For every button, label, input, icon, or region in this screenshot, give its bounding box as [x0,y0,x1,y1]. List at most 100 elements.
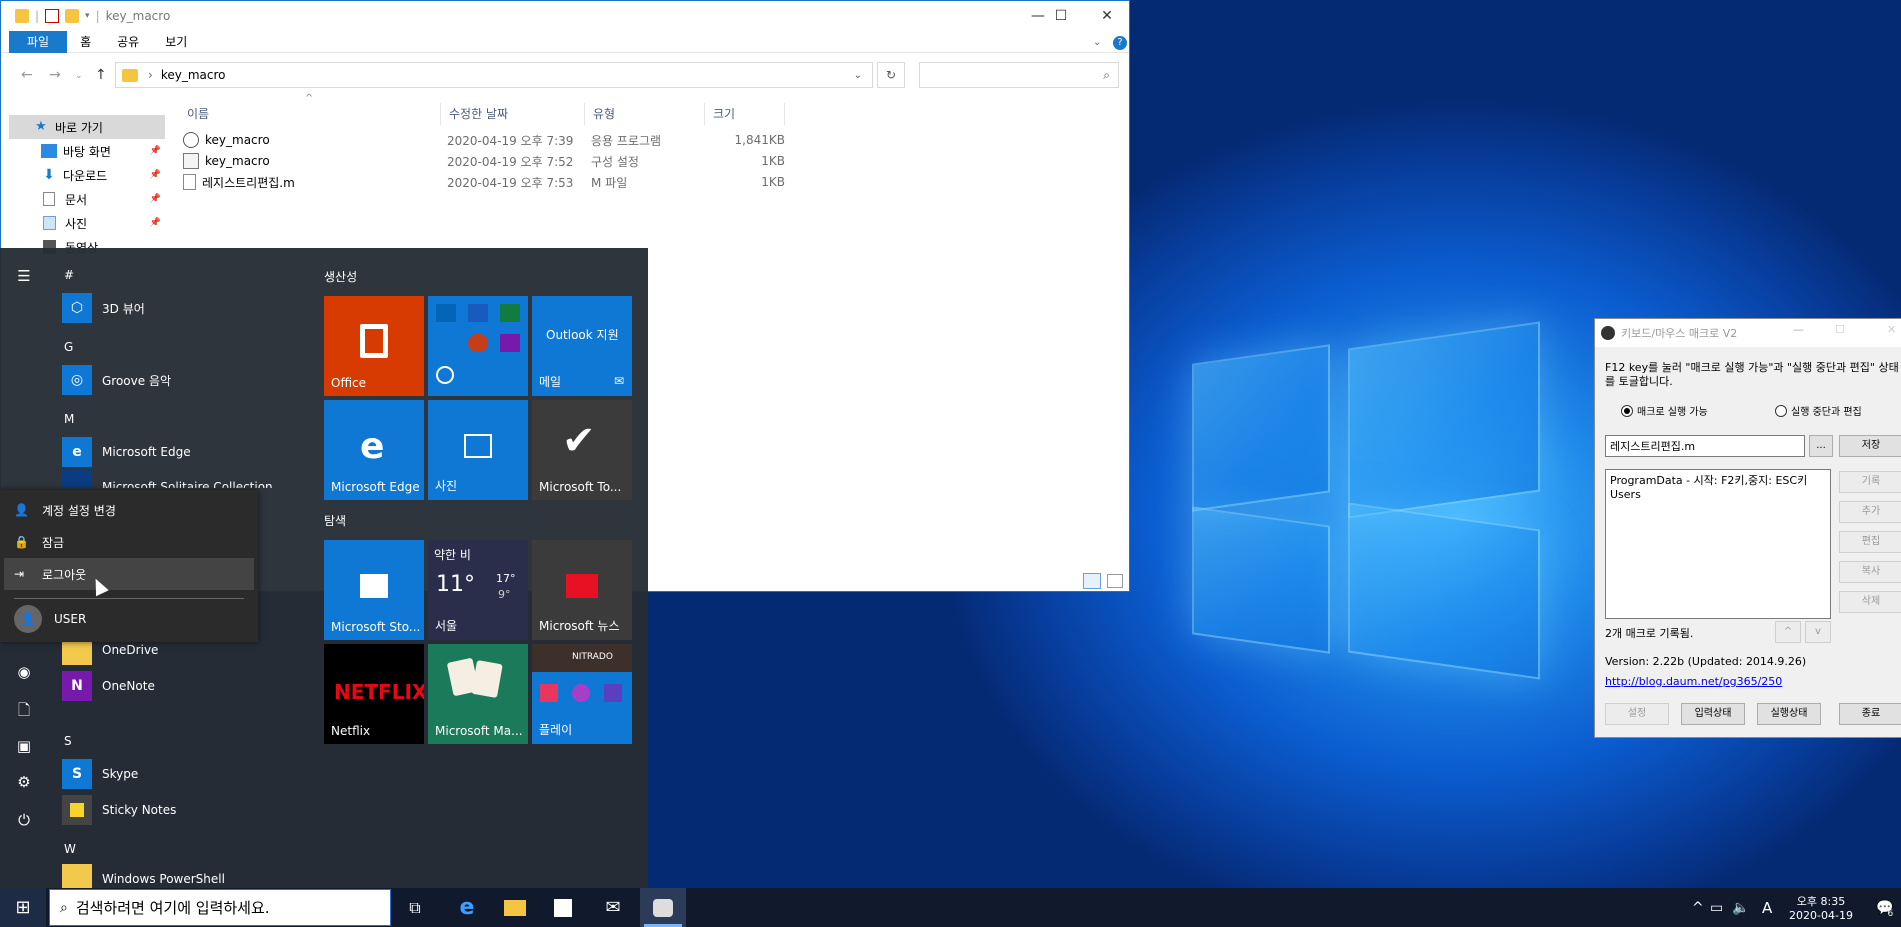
app-skype[interactable]: S Skype [62,756,138,792]
forward-arrow-icon[interactable]: → [49,67,61,83]
show-hidden-icons[interactable]: ^ [1692,888,1704,927]
document-icon[interactable]: 🗋 [14,700,34,720]
homepage-link[interactable]: http://blog.daum.net/pg365/250 [1605,675,1782,688]
move-up-button[interactable]: ^ [1775,621,1801,643]
tile-play[interactable]: NITRADO 플레이 [532,644,632,744]
macro-list[interactable]: ProgramData - 시작: F2키,중지: ESC키 Users [1605,469,1831,619]
minimize-button[interactable]: — [1793,323,1804,336]
letter-header[interactable]: G [64,340,73,354]
search-input[interactable]: ⌕ [919,62,1119,88]
pictures-icon[interactable]: ▣ [14,736,34,756]
chevron-down-icon[interactable]: ⌄ [1093,37,1101,48]
letter-header[interactable]: W [64,842,76,856]
ime-indicator[interactable]: A [1762,888,1772,927]
close-button[interactable]: ✕ [1887,323,1896,336]
chevron-down-icon[interactable]: ⌄ [854,70,862,81]
exit-button[interactable]: 종료 [1839,703,1901,725]
close-button[interactable]: ✕ [1084,1,1130,31]
macro-app-icon[interactable] [640,888,686,927]
tile-office[interactable]: Office [324,296,424,396]
app-groove[interactable]: ◎ Groove 음악 [62,362,171,398]
column-header-date[interactable]: 수정한 날짜 [441,103,585,125]
save-button[interactable]: 저장 [1839,435,1901,457]
tile-todo[interactable]: ✔ Microsoft To... [532,400,632,500]
tree-item-desktop[interactable]: 바탕 화면 📌 [9,139,165,163]
tile-mahjong[interactable]: Microsoft Ma... [428,644,528,744]
app-powershell[interactable]: Windows PowerShell ⌄ [62,864,225,888]
pin-icon[interactable]: 📌 [150,194,161,204]
column-header-name[interactable]: 이름 [179,103,441,125]
taskbar-search-input[interactable]: ⌕ 검색하려면 여기에 입력하세요. [49,889,391,926]
tab-share[interactable]: 공유 [104,31,152,53]
radio-run[interactable]: 매크로 실행 가능 [1621,403,1708,418]
explorer-titlebar[interactable]: | ▾ | key_macro [1,1,1129,31]
tile-news[interactable]: Microsoft 뉴스 [532,540,632,640]
list-item[interactable]: Users [1610,488,1826,502]
mail-icon[interactable]: ✉ [590,888,636,927]
tree-item-documents[interactable]: 문서 📌 [9,187,165,211]
add-button[interactable]: 추가 [1839,501,1901,523]
lock-button[interactable]: 🔒 잠금 [0,526,258,558]
pin-icon[interactable]: 📌 [150,218,161,228]
browse-button[interactable]: ... [1809,435,1833,457]
group-title[interactable]: 탐색 [324,512,346,529]
details-view-icon[interactable] [1083,573,1101,589]
network-icon[interactable]: ▭ [1710,888,1723,927]
app-onenote[interactable]: N OneNote [62,668,155,704]
tile-mail[interactable]: Outlook 지원 메일 ✉ [532,296,632,396]
record-button[interactable]: 기록 [1839,471,1901,493]
tab-home[interactable]: 홈 [67,31,104,53]
app-3d-viewer[interactable]: ⬡ 3D 뷰어 [62,290,145,326]
tile-netflix[interactable]: NETFLIX Netflix [324,644,424,744]
pin-icon[interactable]: 📌 [150,170,161,180]
help-icon[interactable]: ? [1113,36,1127,50]
start-button[interactable]: ⊞ [0,888,46,927]
tile-office-apps[interactable] [428,296,528,396]
back-arrow-icon[interactable]: ← [21,67,33,83]
list-item[interactable]: ProgramData - 시작: F2키,중지: ESC키 [1610,474,1826,488]
input-status-button[interactable]: 입력상태 [1681,703,1745,725]
tile-weather[interactable]: 약한 비 11° 17° 9° 서울 [428,540,528,640]
file-explorer-icon[interactable] [492,888,538,927]
column-header-size[interactable]: 크기 [705,103,785,125]
large-icons-view-icon[interactable] [1107,574,1123,588]
file-row[interactable]: 레지스트리편집.m 2020-04-19 오후 7:53 M 파일 1KB [183,172,785,192]
tab-file[interactable]: 파일 [9,30,68,53]
edge-icon[interactable]: e [444,888,490,927]
tree-item-downloads[interactable]: ⬇ 다운로드 📌 [9,163,165,187]
file-row[interactable]: key_macro 2020-04-19 오후 7:52 구성 설정 1KB [183,151,785,171]
task-view-icon[interactable]: ⧉ [392,888,438,927]
column-header-type[interactable]: 유형 [585,103,705,125]
maximize-button[interactable]: ☐ [1835,323,1845,336]
delete-button[interactable]: 삭제 [1839,591,1901,613]
edit-button[interactable]: 편집 [1839,531,1901,553]
pin-icon[interactable]: 📌 [150,146,161,156]
app-sticky-notes[interactable]: Sticky Notes [62,792,176,828]
letter-header[interactable]: S [64,734,72,748]
gear-icon[interactable]: ⚙ [14,772,34,792]
copy-button[interactable]: 복사 [1839,561,1901,583]
tile-photos[interactable]: 사진 [428,400,528,500]
properties-icon[interactable] [45,9,60,23]
volume-icon[interactable]: 🔈 [1732,888,1749,927]
power-icon[interactable]: ⏻ [14,810,34,830]
run-status-button[interactable]: 실행상태 [1757,703,1821,725]
clock[interactable]: 오후 8:35 2020-04-19 [1786,888,1856,927]
tile-edge[interactable]: e Microsoft Edge [324,400,424,500]
up-arrow-icon[interactable]: ↑ [95,67,107,83]
tab-view[interactable]: 보기 [152,31,200,53]
store-icon[interactable] [540,888,586,927]
letter-header[interactable]: # [64,268,74,282]
maximize-button[interactable]: ☐ [1038,1,1084,31]
letter-header[interactable]: M [64,412,74,426]
notification-icon[interactable]: 💬 6 [1876,888,1899,927]
settings-button[interactable]: 설정 [1605,703,1669,725]
macro-file-input[interactable]: 레지스트리편집.m [1605,435,1805,457]
sign-out-button[interactable]: ⇥ 로그아웃 [4,558,254,590]
chevron-down-icon[interactable]: ▾ [85,11,90,21]
tree-item-quick-access[interactable]: ★ 바로 가기 [9,115,165,139]
macro-window[interactable]: 키보드/마우스 매크로 V2 — ☐ ✕ F12 key를 눌러 "매크로 실행… [1594,318,1901,738]
refresh-icon[interactable]: ↻ [877,62,905,88]
hamburger-menu-icon[interactable]: ☰ [14,266,34,286]
breadcrumb[interactable]: key_macro [161,68,226,82]
